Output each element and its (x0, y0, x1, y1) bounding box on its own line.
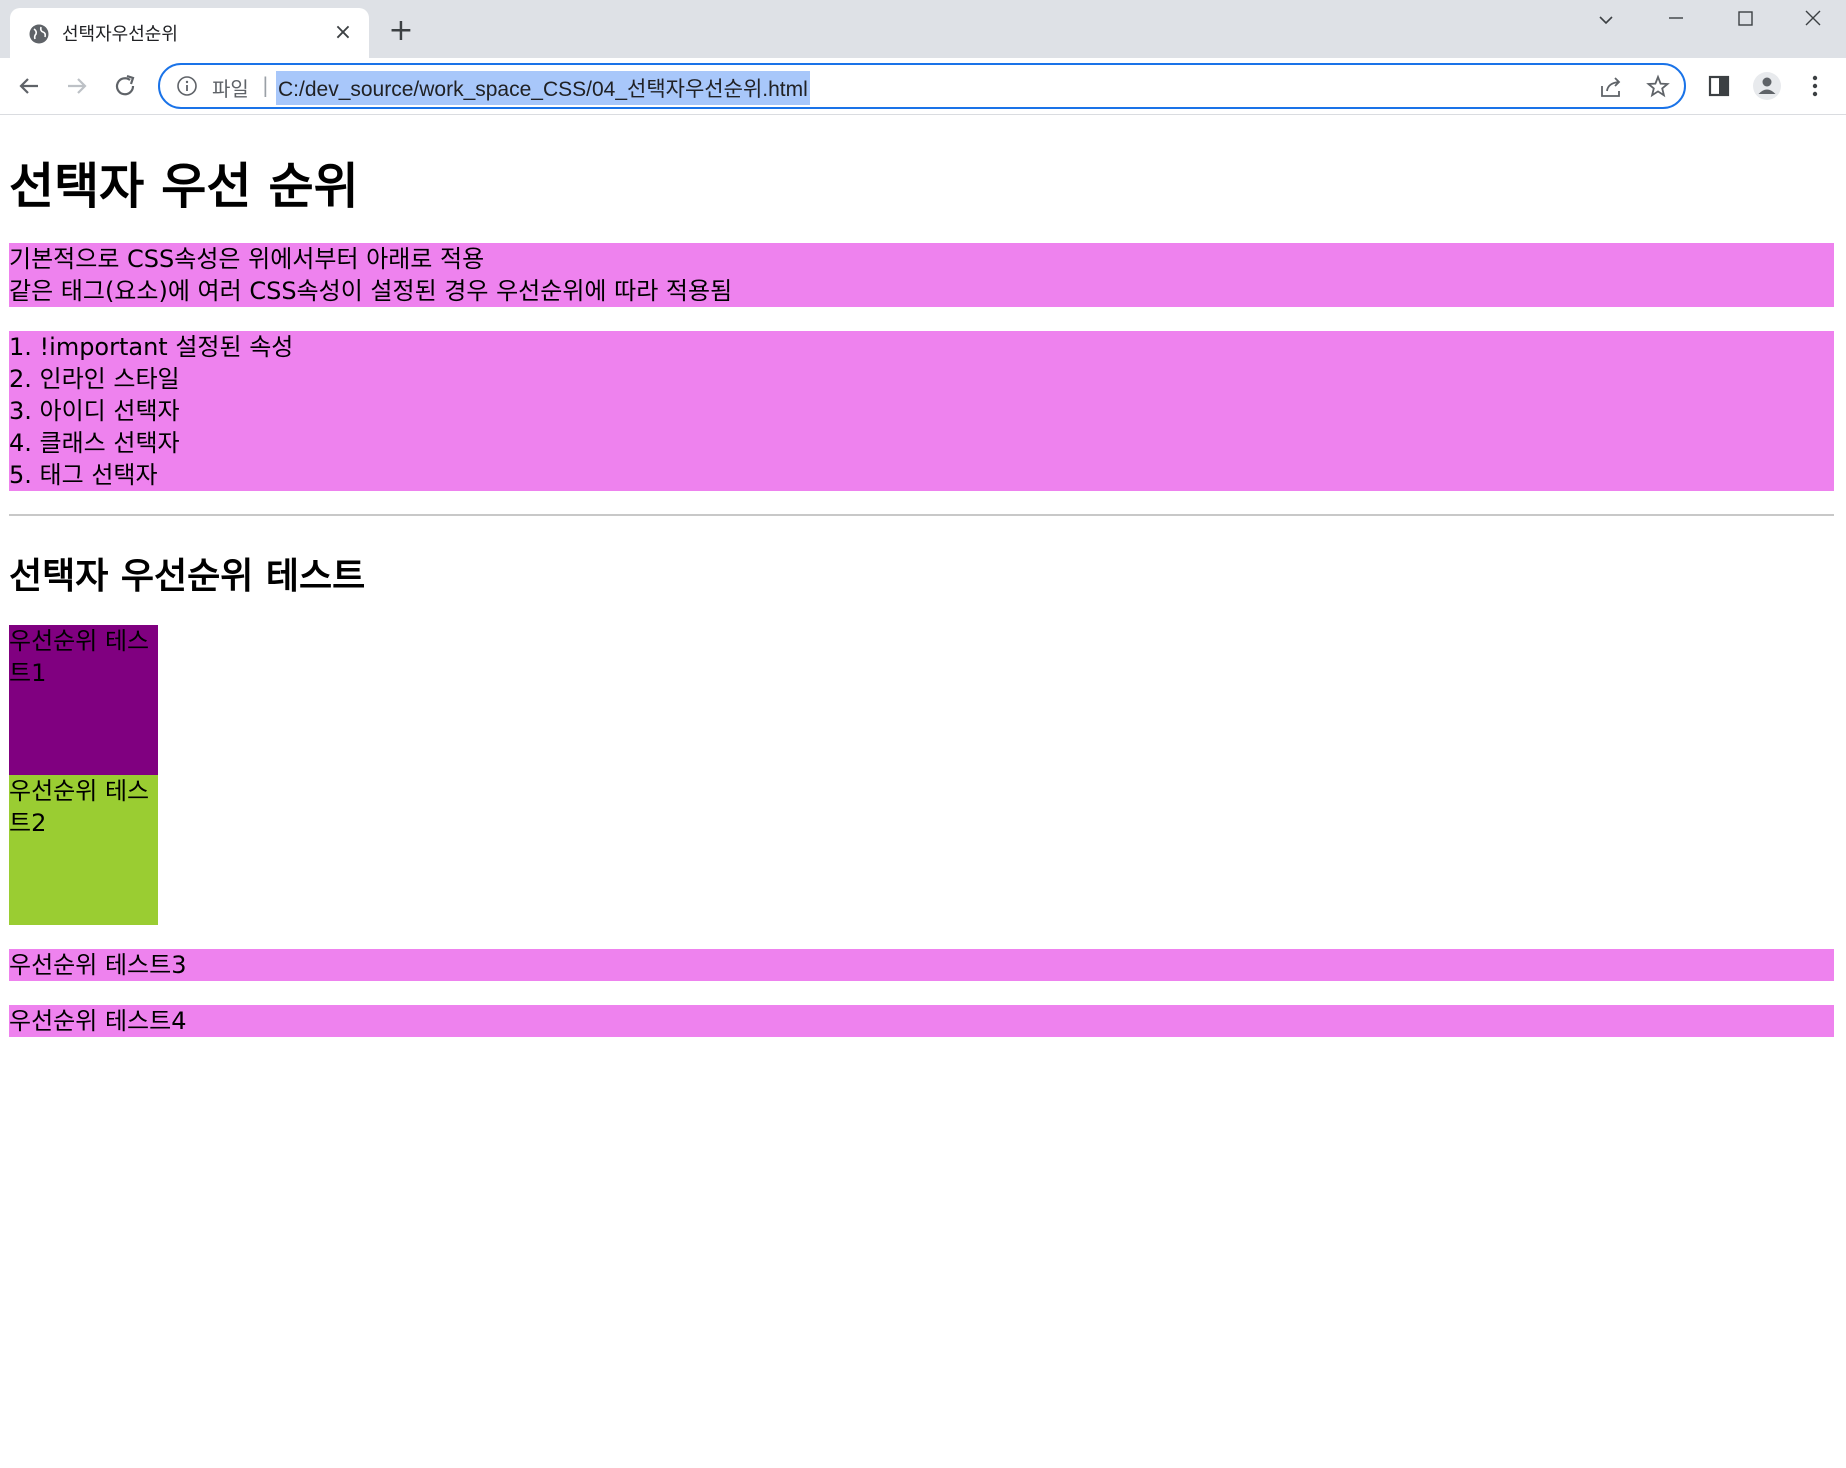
window-close-icon[interactable] (1793, 6, 1833, 36)
forward-arrow-icon[interactable] (62, 71, 92, 101)
test-strip-4: 우선순위 테스트4 (9, 1005, 1834, 1037)
share-icon[interactable] (1598, 74, 1624, 100)
test-strip-3: 우선순위 테스트3 (9, 949, 1834, 981)
back-arrow-icon[interactable] (14, 71, 44, 101)
profile-icon[interactable] (1752, 71, 1782, 101)
url-separator: | (262, 73, 269, 97)
priority-rules-list: 1. !important 설정된 속성 2. 인라인 스타일 3. 아이디 선… (9, 331, 1834, 491)
description-block: 기본적으로 CSS속성은 위에서부터 아래로 적용 같은 태그(요소)에 여러 … (9, 243, 1834, 307)
close-icon[interactable]: × (332, 22, 354, 44)
tab-title: 선택자우선순위 (62, 24, 178, 45)
side-panel-icon[interactable] (1704, 71, 1734, 101)
page-title: 선택자 우선 순위 (9, 158, 359, 215)
page-content: 선택자 우선 순위 기본적으로 CSS속성은 위에서부터 아래로 적용 같은 태… (0, 115, 1846, 1468)
star-icon[interactable] (1645, 74, 1671, 100)
list-item: 2. 인라인 스타일 (9, 365, 180, 393)
browser-toolbar: 파일 | C:/dev_source/work_space_CSS/04_선택자… (0, 58, 1846, 115)
menu-icon[interactable] (1800, 71, 1830, 101)
globe-icon (28, 23, 50, 45)
browser-tab[interactable]: 선택자우선순위 × (10, 8, 369, 58)
reload-icon[interactable] (110, 71, 140, 101)
test-box-2: 우선순위 테스트2 (9, 775, 158, 925)
address-bar[interactable]: 파일 | C:/dev_source/work_space_CSS/04_선택자… (158, 63, 1686, 109)
url-scheme-label: 파일 (212, 77, 249, 101)
description-line: 기본적으로 CSS속성은 위에서부터 아래로 적용 (9, 245, 485, 273)
maximize-icon[interactable] (1725, 6, 1765, 36)
list-item: 3. 아이디 선택자 (9, 397, 180, 425)
url-text[interactable]: C:/dev_source/work_space_CSS/04_선택자우선순위.… (276, 71, 810, 105)
test-box-1: 우선순위 테스트1 (9, 625, 158, 775)
plus-icon[interactable]: + (388, 16, 414, 46)
list-item: 4. 클래스 선택자 (9, 429, 180, 457)
tab-search-icon[interactable] (1586, 6, 1626, 36)
divider (9, 514, 1834, 516)
tab-strip: 선택자우선순위 × + (0, 0, 1846, 58)
minimize-icon[interactable] (1656, 6, 1696, 36)
section-heading: 선택자 우선순위 테스트 (9, 556, 366, 597)
info-icon[interactable] (176, 75, 198, 97)
description-line: 같은 태그(요소)에 여러 CSS속성이 설정된 경우 우선순위에 따라 적용됨 (9, 277, 733, 305)
list-item: 5. 태그 선택자 (9, 461, 158, 489)
list-item: 1. !important 설정된 속성 (9, 333, 294, 361)
